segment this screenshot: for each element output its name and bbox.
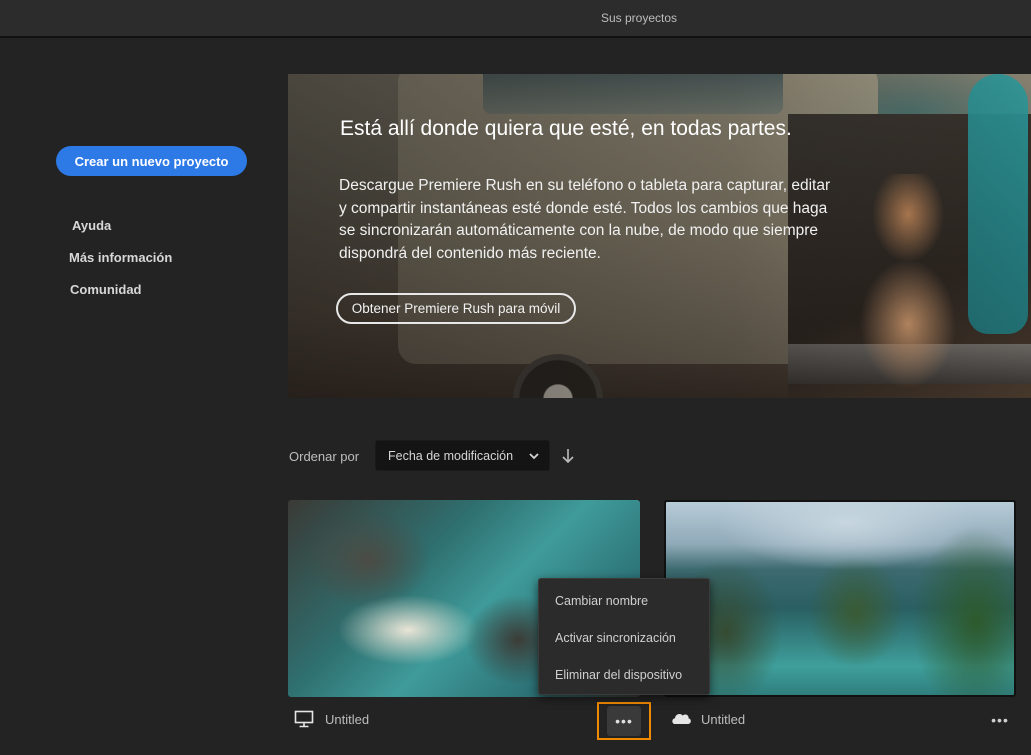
- get-mobile-app-button[interactable]: Obtener Premiere Rush para móvil: [336, 293, 576, 324]
- chevron-down-icon: [529, 453, 539, 460]
- project-name[interactable]: Untitled: [325, 712, 369, 727]
- sort-selected-value: Fecha de modificación: [388, 448, 514, 463]
- hero-description: Descargue Premiere Rush en su teléfono o…: [339, 177, 831, 262]
- sort-label: Ordenar por: [289, 449, 360, 464]
- project-name[interactable]: Untitled: [701, 712, 745, 727]
- create-project-button[interactable]: Crear un nuevo proyecto: [56, 146, 247, 176]
- sort-direction-arrow-icon[interactable]: [560, 446, 576, 466]
- context-menu: Cambiar nombre Activar sincronización El…: [538, 578, 710, 695]
- sidebar-link-help[interactable]: Ayuda: [72, 218, 111, 233]
- sort-dropdown[interactable]: Fecha de modificación: [375, 440, 550, 471]
- window-titlebar: Sus proyectos: [0, 0, 1031, 38]
- cloud-icon: [672, 713, 691, 724]
- project-thumbnail[interactable]: [664, 500, 1016, 697]
- menu-item-enable-sync[interactable]: Activar sincronización: [555, 631, 676, 645]
- window-title: Sus proyectos: [600, 11, 678, 25]
- menu-item-rename[interactable]: Cambiar nombre: [555, 594, 648, 608]
- more-options-button[interactable]: •••: [988, 710, 1012, 730]
- monitor-icon: [294, 710, 314, 728]
- menu-item-remove-from-device[interactable]: Eliminar del dispositivo: [555, 668, 682, 682]
- more-options-button[interactable]: •••: [607, 706, 641, 736]
- hero-title: Está allí donde quiera que esté, en toda…: [340, 117, 792, 140]
- sidebar-link-more-info[interactable]: Más información: [69, 250, 172, 265]
- sidebar-link-community[interactable]: Comunidad: [70, 282, 142, 297]
